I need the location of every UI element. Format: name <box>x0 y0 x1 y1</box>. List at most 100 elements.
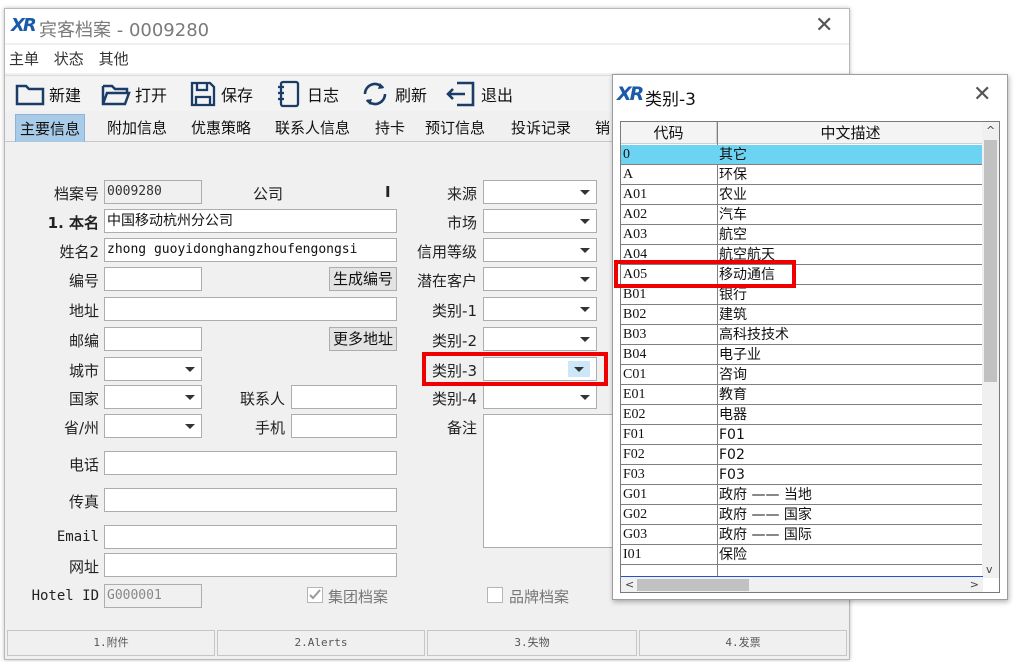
mobile-field[interactable] <box>291 414 397 438</box>
vertical-scroll-thumb[interactable] <box>984 140 997 382</box>
tab-contact-info[interactable]: 联系人信息 <box>271 114 354 142</box>
scroll-down-icon[interactable]: v <box>986 564 993 575</box>
new-label: 新建 <box>49 86 82 105</box>
table-row[interactable]: A03 航空 <box>621 225 983 245</box>
table-row[interactable]: I01 保险 <box>621 545 983 565</box>
tab-cards[interactable]: 持卡 <box>371 114 409 142</box>
table-row[interactable]: B03 高科技技术 <box>621 325 983 345</box>
folder-open-icon <box>101 84 131 106</box>
menu-status[interactable]: 状态 <box>54 45 84 73</box>
city-select[interactable] <box>104 357 202 381</box>
table-row[interactable]: G02 政府 —— 国家 <box>621 505 983 525</box>
market-select[interactable] <box>483 209 597 233</box>
table-row[interactable]: E02 电器 <box>621 405 983 425</box>
potential-customer-select[interactable] <box>483 267 597 291</box>
table-row[interactable]: G03 政府 —— 国际 <box>621 525 983 545</box>
category2-select[interactable] <box>483 327 597 351</box>
table-row[interactable]: E01 教育 <box>621 385 983 405</box>
close-icon[interactable]: ✕ <box>973 84 991 106</box>
category4-select[interactable] <box>483 385 597 409</box>
table-row[interactable]: A01 农业 <box>621 185 983 205</box>
category1-label: 类别-1 <box>432 302 477 320</box>
archive-no-label: 档案号 <box>53 185 99 203</box>
open-button[interactable]: 打开 <box>101 79 167 109</box>
contact-field[interactable] <box>291 385 397 409</box>
alerts-button[interactable]: 2.Alerts <box>217 630 425 656</box>
generate-code-button[interactable]: 生成编号 <box>329 267 397 291</box>
row-code: A03 <box>623 227 648 242</box>
annotation-highlight-category3 <box>422 352 608 386</box>
table-row[interactable]: B02 建筑 <box>621 305 983 325</box>
log-button[interactable]: 日志 <box>275 79 339 109</box>
source-select[interactable] <box>483 180 597 204</box>
row-description: 汽车 <box>719 207 747 223</box>
category2-label: 类别-2 <box>432 332 477 350</box>
tab-extra-info[interactable]: 附加信息 <box>103 114 171 142</box>
tab-complaints[interactable]: 投诉记录 <box>507 114 575 142</box>
table-row[interactable]: F01 F01 <box>621 425 983 445</box>
category1-select[interactable] <box>483 297 597 321</box>
refresh-button[interactable]: 刷新 <box>359 79 427 109</box>
country-select[interactable] <box>104 385 202 409</box>
row-code: A01 <box>623 187 648 202</box>
save-button[interactable]: 保存 <box>189 79 253 109</box>
chevron-down-icon <box>185 395 195 400</box>
new-button[interactable]: 新建 <box>15 79 81 109</box>
row-description: F02 <box>719 447 745 463</box>
table-row[interactable]: G01 政府 —— 当地 <box>621 485 983 505</box>
table-row[interactable]: F03 F03 <box>621 465 983 485</box>
brand-archive-label: 品牌档案 <box>509 588 570 606</box>
row-code: E02 <box>623 407 646 422</box>
exit-button[interactable]: 退出 <box>445 79 513 109</box>
attachments-button[interactable]: 1.附件 <box>7 630 215 656</box>
fax-label: 传真 <box>68 493 99 511</box>
column-header-description[interactable]: 中文描述 <box>718 122 983 144</box>
scroll-left-icon[interactable]: < <box>625 579 634 590</box>
credit-level-select[interactable] <box>483 238 597 262</box>
phone-label: 电话 <box>68 456 99 474</box>
horizontal-scroll-thumb[interactable] <box>637 579 749 591</box>
row-code: B02 <box>623 307 647 322</box>
postcode-label: 邮编 <box>68 332 99 350</box>
fax-field[interactable] <box>104 488 397 512</box>
vertical-scrollbar[interactable]: ^ v <box>982 122 999 578</box>
column-header-code[interactable]: 代码 <box>621 122 717 144</box>
lost-found-button[interactable]: 3.失物 <box>427 630 637 656</box>
scroll-up-icon[interactable]: ^ <box>986 125 995 136</box>
table-row[interactable]: F02 F02 <box>621 445 983 465</box>
contact-label: 联系人 <box>239 390 285 408</box>
tab-reservations[interactable]: 预订信息 <box>421 114 489 142</box>
table-row[interactable]: A02 汽车 <box>621 205 983 225</box>
close-icon[interactable]: ✕ <box>815 15 833 37</box>
remark-field[interactable] <box>483 414 613 548</box>
tab-discount-policy[interactable]: 优惠策略 <box>187 114 255 142</box>
table-row[interactable]: A 环保 <box>621 165 983 185</box>
hotel-id-field: G000001 <box>104 584 202 608</box>
brand-archive-checkbox[interactable] <box>487 587 503 603</box>
scroll-right-icon[interactable]: > <box>970 579 979 590</box>
name-field[interactable]: 中国移动杭州分公司 <box>104 209 397 233</box>
email-field[interactable] <box>104 525 397 549</box>
tab-main-info[interactable]: 主要信息 <box>15 114 86 142</box>
province-select[interactable] <box>104 414 202 438</box>
more-address-button[interactable]: 更多地址 <box>329 327 397 351</box>
menu-main[interactable]: 主单 <box>9 45 39 73</box>
tab-sales[interactable]: 销 <box>591 114 614 142</box>
log-label: 日志 <box>307 86 340 105</box>
group-archive-checkbox[interactable] <box>307 587 323 603</box>
code-field[interactable] <box>104 267 202 291</box>
postcode-field[interactable] <box>104 327 202 351</box>
table-row[interactable]: B01 银行 <box>621 285 983 305</box>
phone-field[interactable] <box>104 451 397 475</box>
row-description: 保险 <box>719 547 747 563</box>
website-field[interactable] <box>104 553 397 577</box>
invoice-button[interactable]: 4.发票 <box>639 630 847 656</box>
table-row[interactable]: 0 其它 <box>621 145 983 165</box>
table-row[interactable]: B04 电子业 <box>621 345 983 365</box>
horizontal-scrollbar[interactable]: < > <box>621 576 983 592</box>
name2-field[interactable]: zhong guoyidonghangzhoufengongsi <box>104 238 397 262</box>
group-archive-label: 集团档案 <box>328 588 389 606</box>
menu-other[interactable]: 其他 <box>99 45 129 73</box>
table-row[interactable]: C01 咨询 <box>621 365 983 385</box>
address-field[interactable] <box>104 297 397 321</box>
